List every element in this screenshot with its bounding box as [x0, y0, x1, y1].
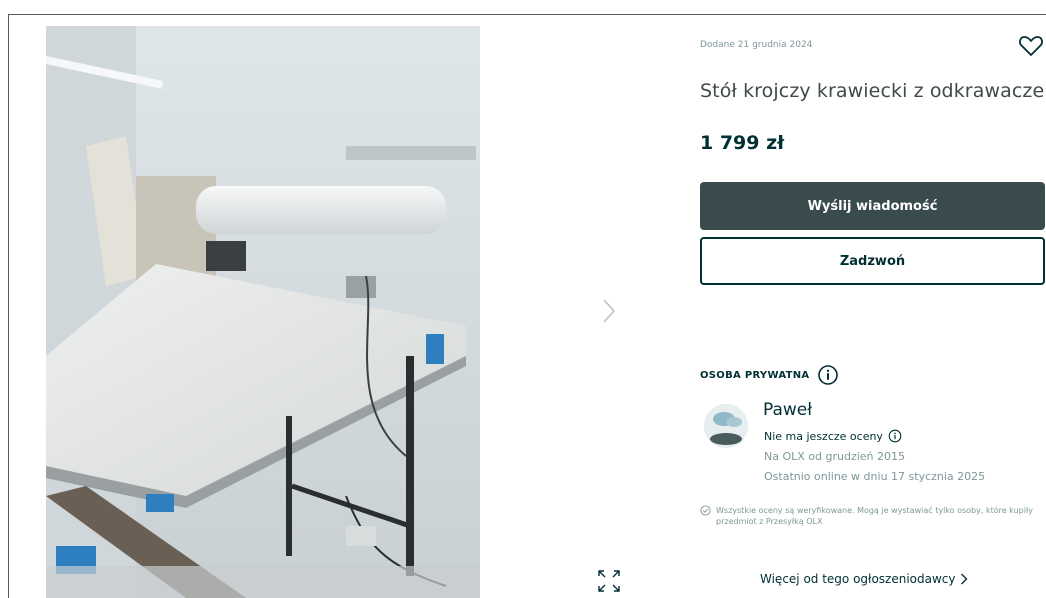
last-online: Ostatnio online w dniu 17 stycznia 2025 — [764, 470, 986, 483]
heart-icon — [1019, 36, 1043, 56]
ratings-verified-note: Wszystkie oceny są weryfikowane. Mogą je… — [700, 505, 1045, 527]
avatar-image — [704, 404, 748, 448]
listing-photo[interactable] — [46, 26, 480, 598]
seller-type: OSOBA PRYWATNA — [700, 364, 839, 386]
info-icon[interactable] — [888, 429, 902, 443]
call-button[interactable]: Zadzwoń — [700, 237, 1045, 285]
check-circle-icon — [700, 505, 711, 516]
send-message-button[interactable]: Wyślij wiadomość — [700, 182, 1045, 230]
chevron-right-icon — [960, 573, 967, 585]
member-since: Na OLX od grudzień 2015 — [764, 450, 906, 463]
more-from-seller-link[interactable]: Więcej od tego ogłoszeniodawcy — [760, 572, 968, 586]
listing-title: Stół krojczy krawiecki z odkrawaczem — [700, 80, 1046, 102]
gallery-next-button[interactable] — [598, 296, 620, 326]
listing-price: 1 799 zł — [700, 132, 785, 154]
seller-type-label: OSOBA PRYWATNA — [700, 369, 810, 381]
seller-name: Paweł — [763, 400, 813, 420]
seller-rating: Nie ma jeszcze oceny — [764, 429, 902, 443]
more-from-seller-label: Więcej od tego ogłoszeniodawcy — [760, 572, 956, 586]
added-date: Dodane 21 grudnia 2024 — [700, 40, 813, 50]
chevron-right-icon — [603, 299, 616, 323]
info-icon[interactable] — [817, 364, 839, 386]
rating-text: Nie ma jeszcze oceny — [764, 429, 883, 443]
cutting-table-image — [46, 26, 480, 598]
verified-note-text: Wszystkie oceny są weryfikowane. Mogą je… — [716, 506, 1033, 526]
favorite-button[interactable] — [1018, 34, 1044, 58]
expand-icon — [598, 570, 620, 592]
avatar[interactable] — [704, 404, 748, 448]
gallery-fullscreen-button[interactable] — [596, 568, 622, 594]
